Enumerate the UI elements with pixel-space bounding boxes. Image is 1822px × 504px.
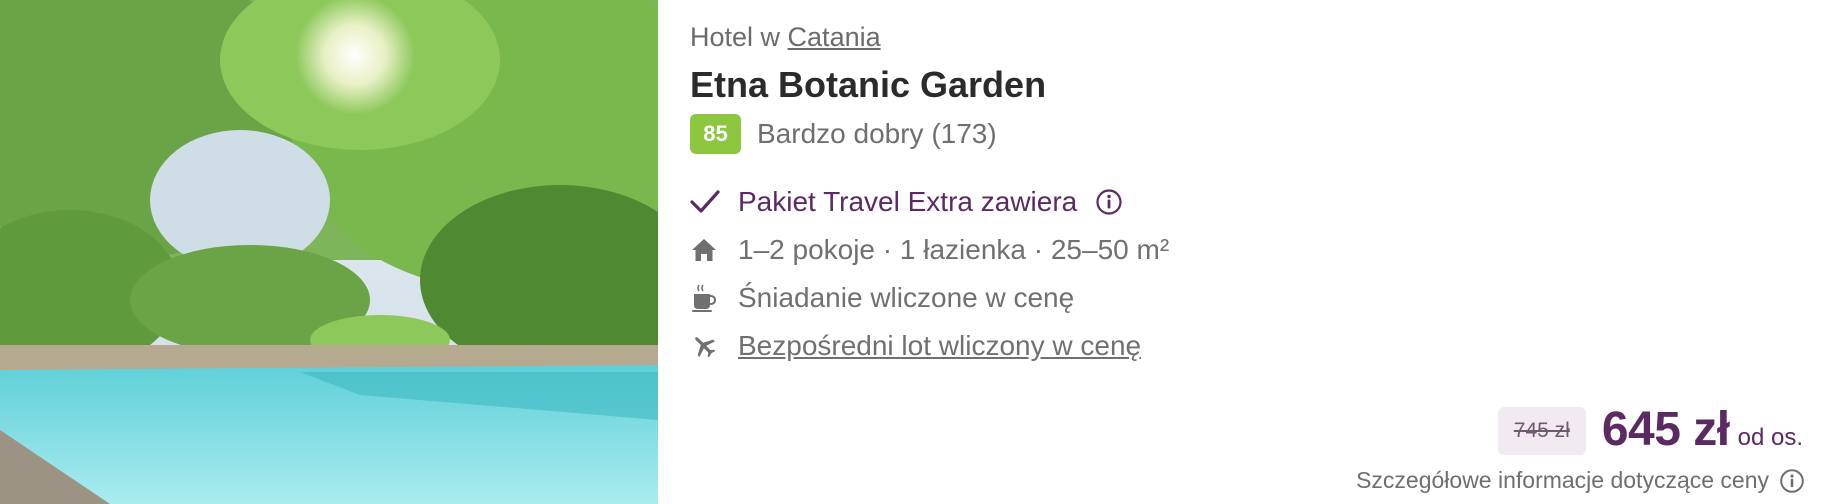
house-icon — [690, 233, 724, 267]
coffee-cup-icon — [690, 281, 724, 315]
package-label: Pakiet Travel Extra zawiera — [738, 186, 1078, 217]
location-link[interactable]: Catania — [788, 22, 881, 52]
price-per-person: od os. — [1737, 424, 1803, 451]
hotel-rating: 85 Bardzo dobry (173) — [690, 114, 997, 154]
old-price: 745 zł — [1497, 407, 1586, 455]
hotel-card[interactable]: Hotel w Catania Etna Botanic Garden 85 B… — [0, 0, 1822, 504]
package-info-icon[interactable] — [1095, 188, 1123, 216]
price-row: 745 zł 645 zł od os. — [1497, 402, 1803, 463]
feature-flight: Bezpośredni lot wliczony w cenę — [690, 322, 1169, 370]
price-details-link[interactable]: Szczegółowe informacje dotyczące ceny — [1356, 467, 1805, 494]
hotel-name[interactable]: Etna Botanic Garden — [690, 64, 1046, 106]
flight-link[interactable]: Bezpośredni lot wliczony w cenę — [738, 330, 1141, 362]
current-price: 645 zł — [1601, 403, 1730, 456]
rating-label: Bardzo dobry (173) — [757, 118, 997, 149]
location-prefix: Hotel w — [690, 22, 781, 52]
feature-rooms: 1–2 pokoje · 1 łazienka · 25–50 m² — [690, 226, 1169, 274]
hotel-location: Hotel w Catania — [690, 22, 881, 53]
rating-score-badge: 85 — [690, 114, 741, 154]
rooms-label: 1–2 pokoje · 1 łazienka · 25–50 m² — [738, 234, 1170, 265]
price-details-label: Szczegółowe informacje dotyczące ceny — [1356, 467, 1769, 493]
breakfast-label: Śniadanie wliczone w cenę — [738, 282, 1075, 313]
airplane-icon — [690, 329, 724, 363]
feature-list: Pakiet Travel Extra zawiera 1–2 pokoje ·… — [690, 178, 1169, 370]
hotel-info: Hotel w Catania Etna Botanic Garden 85 B… — [690, 0, 1822, 504]
info-icon[interactable] — [1779, 468, 1805, 494]
feature-package: Pakiet Travel Extra zawiera — [690, 178, 1169, 226]
feature-breakfast: Śniadanie wliczone w cenę — [690, 274, 1169, 322]
checkmark-icon — [690, 185, 724, 219]
pool-garden-image — [0, 0, 658, 504]
hotel-photo[interactable] — [0, 0, 658, 504]
